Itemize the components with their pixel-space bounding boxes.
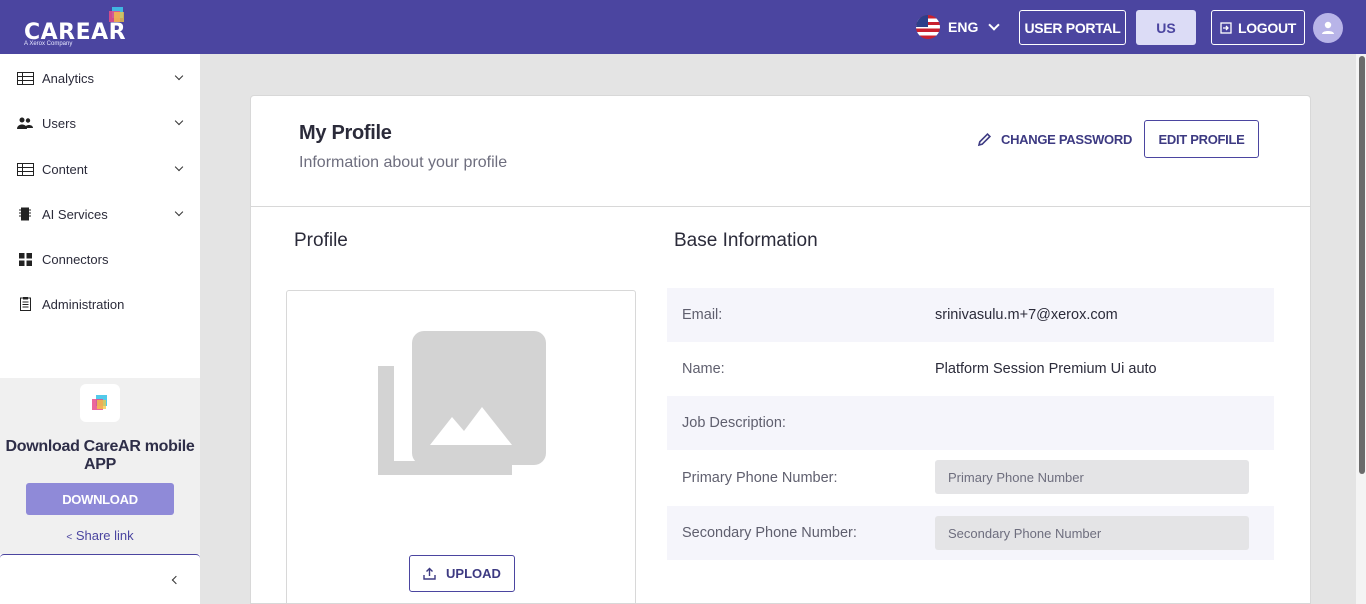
profile-image-box: UPLOAD bbox=[286, 290, 636, 604]
app-logo-icon bbox=[80, 384, 120, 422]
sidebar-item-connectors[interactable]: Connectors bbox=[0, 244, 200, 274]
share-link-label: Share link bbox=[75, 528, 134, 543]
logout-icon bbox=[1220, 21, 1232, 34]
name-label: Name: bbox=[682, 361, 725, 377]
secondary-phone-input[interactable] bbox=[935, 516, 1249, 550]
name-row: Name: Platform Session Premium Ui auto bbox=[667, 342, 1274, 396]
top-bar: CAREAR A Xerox Company ENG USER PORTAL U… bbox=[0, 0, 1366, 54]
logo-cube-icon bbox=[109, 7, 124, 22]
chevron-down-icon bbox=[174, 71, 184, 81]
user-avatar[interactable] bbox=[1313, 13, 1343, 43]
primary-phone-row: Primary Phone Number: bbox=[667, 450, 1274, 506]
scrollbar-thumb[interactable] bbox=[1359, 56, 1365, 474]
user-icon bbox=[1322, 21, 1334, 34]
change-password-button[interactable]: CHANGE PASSWORD bbox=[977, 128, 1132, 150]
sidebar-item-content[interactable]: Content bbox=[0, 154, 200, 184]
share-link[interactable]: < Share link bbox=[0, 528, 200, 543]
sidebar-item-analytics[interactable]: Analytics bbox=[0, 63, 200, 93]
promo-title: Download CareAR mobile APP bbox=[5, 438, 195, 473]
sidebar-item-label: Administration bbox=[42, 296, 125, 312]
profile-card: My Profile Information about your profil… bbox=[250, 95, 1311, 604]
name-value: Platform Session Premium Ui auto bbox=[935, 361, 1157, 377]
page-subtitle: Information about your profile bbox=[299, 154, 508, 171]
mobile-app-promo: Download CareAR mobile APP DOWNLOAD < Sh… bbox=[0, 378, 200, 554]
logout-label: LOGOUT bbox=[1237, 19, 1297, 36]
sidebar-collapse-button[interactable] bbox=[0, 554, 200, 604]
upload-icon bbox=[423, 567, 436, 580]
chevron-down-icon bbox=[174, 116, 184, 126]
chevron-down-icon bbox=[988, 19, 1001, 31]
image-placeholder-icon bbox=[378, 331, 546, 475]
sidebar-item-label: Content bbox=[42, 161, 88, 177]
sidebar-item-label: Connectors bbox=[42, 251, 109, 267]
page-title: My Profile bbox=[299, 122, 392, 144]
logo-tagline: A Xerox Company bbox=[24, 41, 73, 47]
sidebar-item-administration[interactable]: Administration bbox=[0, 289, 200, 319]
chevron-left-icon bbox=[171, 575, 181, 585]
language-label: ENG bbox=[948, 19, 979, 35]
table-icon bbox=[16, 71, 34, 85]
sidebar-item-users[interactable]: Users bbox=[0, 108, 200, 138]
share-icon: < bbox=[66, 532, 73, 543]
download-button[interactable]: DOWNLOAD bbox=[26, 483, 174, 515]
table-icon bbox=[16, 162, 34, 176]
sidebar-item-label: AI Services bbox=[42, 206, 108, 222]
sidebar-item-label: Users bbox=[42, 115, 76, 131]
clipboard-icon bbox=[16, 297, 34, 311]
divider bbox=[251, 206, 1310, 207]
carear-logo[interactable]: CAREAR A Xerox Company bbox=[24, 6, 134, 50]
grid-icon bbox=[16, 252, 34, 266]
page-scrollbar[interactable] bbox=[1356, 54, 1366, 604]
job-description-label: Job Description: bbox=[682, 415, 786, 431]
edit-profile-button[interactable]: EDIT PROFILE bbox=[1144, 120, 1259, 158]
chevron-down-icon bbox=[174, 207, 184, 217]
pencil-icon bbox=[977, 132, 992, 146]
profile-section-title: Profile bbox=[294, 230, 348, 251]
email-label: Email: bbox=[682, 307, 723, 323]
chip-icon bbox=[16, 207, 34, 221]
email-row: Email: srinivasulu.m+7@xerox.com bbox=[667, 288, 1274, 342]
logout-button[interactable]: LOGOUT bbox=[1211, 10, 1305, 45]
users-icon bbox=[16, 116, 34, 130]
user-portal-button[interactable]: USER PORTAL bbox=[1019, 10, 1126, 45]
upload-label: UPLOAD bbox=[446, 566, 501, 581]
language-selector[interactable]: ENG bbox=[916, 14, 1001, 40]
secondary-phone-row: Secondary Phone Number: bbox=[667, 506, 1274, 560]
chevron-down-icon bbox=[174, 162, 184, 172]
primary-phone-input[interactable] bbox=[935, 460, 1249, 494]
job-description-row: Job Description: bbox=[667, 396, 1274, 450]
primary-phone-label: Primary Phone Number: bbox=[682, 470, 838, 486]
email-value: srinivasulu.m+7@xerox.com bbox=[935, 307, 1118, 323]
sidebar-item-label: Analytics bbox=[42, 70, 95, 86]
secondary-phone-label: Secondary Phone Number: bbox=[682, 525, 857, 541]
region-button[interactable]: US bbox=[1136, 10, 1196, 45]
upload-button[interactable]: UPLOAD bbox=[409, 555, 515, 592]
change-password-label: CHANGE PASSWORD bbox=[1001, 131, 1133, 147]
sidebar-item-ai-services[interactable]: AI Services bbox=[0, 199, 200, 229]
sidebar: Analytics Users Content AI Services Conn… bbox=[0, 54, 200, 604]
us-flag-icon bbox=[916, 15, 940, 39]
base-info-section-title: Base Information bbox=[674, 230, 818, 251]
